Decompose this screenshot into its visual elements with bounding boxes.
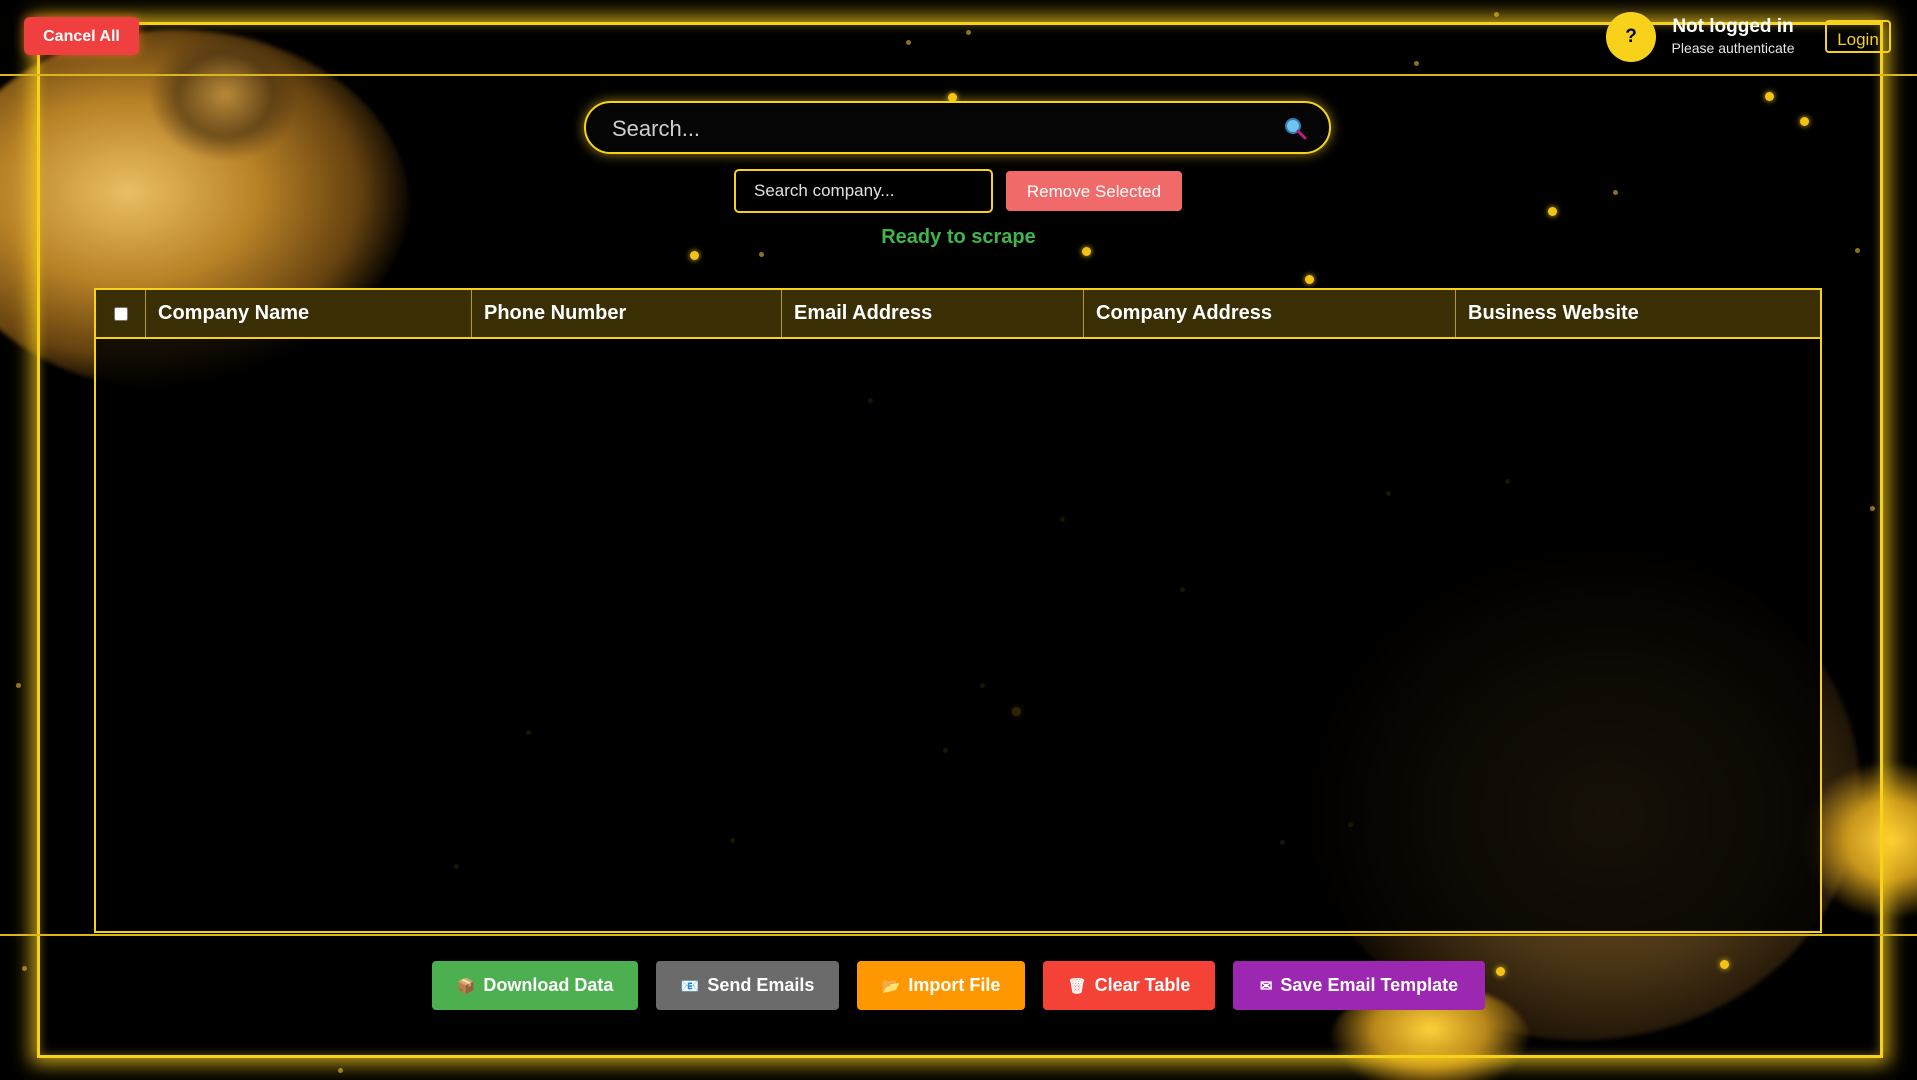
- email-icon: 📧: [680, 977, 700, 995]
- download-data-label: Download Data: [483, 975, 614, 995]
- download-data-button[interactable]: 📦 Download Data: [432, 961, 638, 1010]
- table-body: [96, 339, 1820, 931]
- company-search-input[interactable]: [734, 169, 993, 213]
- login-button[interactable]: Login: [1825, 20, 1891, 53]
- clear-table-button[interactable]: 🗑 Clear Table: [1043, 961, 1215, 1010]
- column-header-phone-number[interactable]: Phone Number: [472, 290, 782, 337]
- auth-status-title: Not logged in: [1672, 16, 1794, 37]
- column-header-company-name[interactable]: Company Name: [146, 290, 472, 337]
- envelope-icon: ✉: [1259, 977, 1273, 995]
- column-header-company-address[interactable]: Company Address: [1084, 290, 1456, 337]
- magnifier-icon[interactable]: [1283, 116, 1307, 140]
- import-file-button[interactable]: 📂 Import File: [857, 961, 1025, 1010]
- send-emails-label: Send Emails: [707, 975, 815, 995]
- save-email-template-button[interactable]: ✉ Save Email Template: [1233, 961, 1485, 1010]
- help-button[interactable]: ?: [1606, 12, 1656, 62]
- select-all-cell: [96, 290, 146, 337]
- column-header-email-address[interactable]: Email Address: [782, 290, 1084, 337]
- auth-status: Not logged in Please authenticate: [1668, 16, 1798, 57]
- column-header-business-website[interactable]: Business Website: [1456, 290, 1820, 337]
- main-search-input[interactable]: [610, 103, 1254, 154]
- auth-status-subtitle: Please authenticate: [1671, 40, 1795, 56]
- import-file-label: Import File: [908, 975, 1001, 995]
- package-icon: 📦: [456, 977, 476, 995]
- cancel-all-button[interactable]: Cancel All: [24, 17, 139, 55]
- send-emails-button[interactable]: 📧 Send Emails: [656, 961, 839, 1010]
- save-email-template-label: Save Email Template: [1280, 975, 1459, 995]
- status-text: Ready to scrape: [881, 226, 1036, 248]
- trash-icon: 🗑: [1067, 977, 1087, 995]
- app-content: Cancel All ? Not logged in Please authen…: [0, 0, 1917, 1080]
- action-bar: 📦 Download Data 📧 Send Emails 📂 Import F…: [0, 961, 1917, 1010]
- results-table: Company Name Phone Number Email Address …: [94, 288, 1822, 933]
- folder-icon: 📂: [881, 977, 901, 995]
- select-all-checkbox[interactable]: [113, 306, 128, 321]
- clear-table-label: Clear Table: [1094, 975, 1191, 995]
- main-search-bar[interactable]: [584, 101, 1331, 154]
- table-header: Company Name Phone Number Email Address …: [96, 290, 1820, 339]
- remove-selected-button[interactable]: Remove Selected: [1006, 171, 1182, 211]
